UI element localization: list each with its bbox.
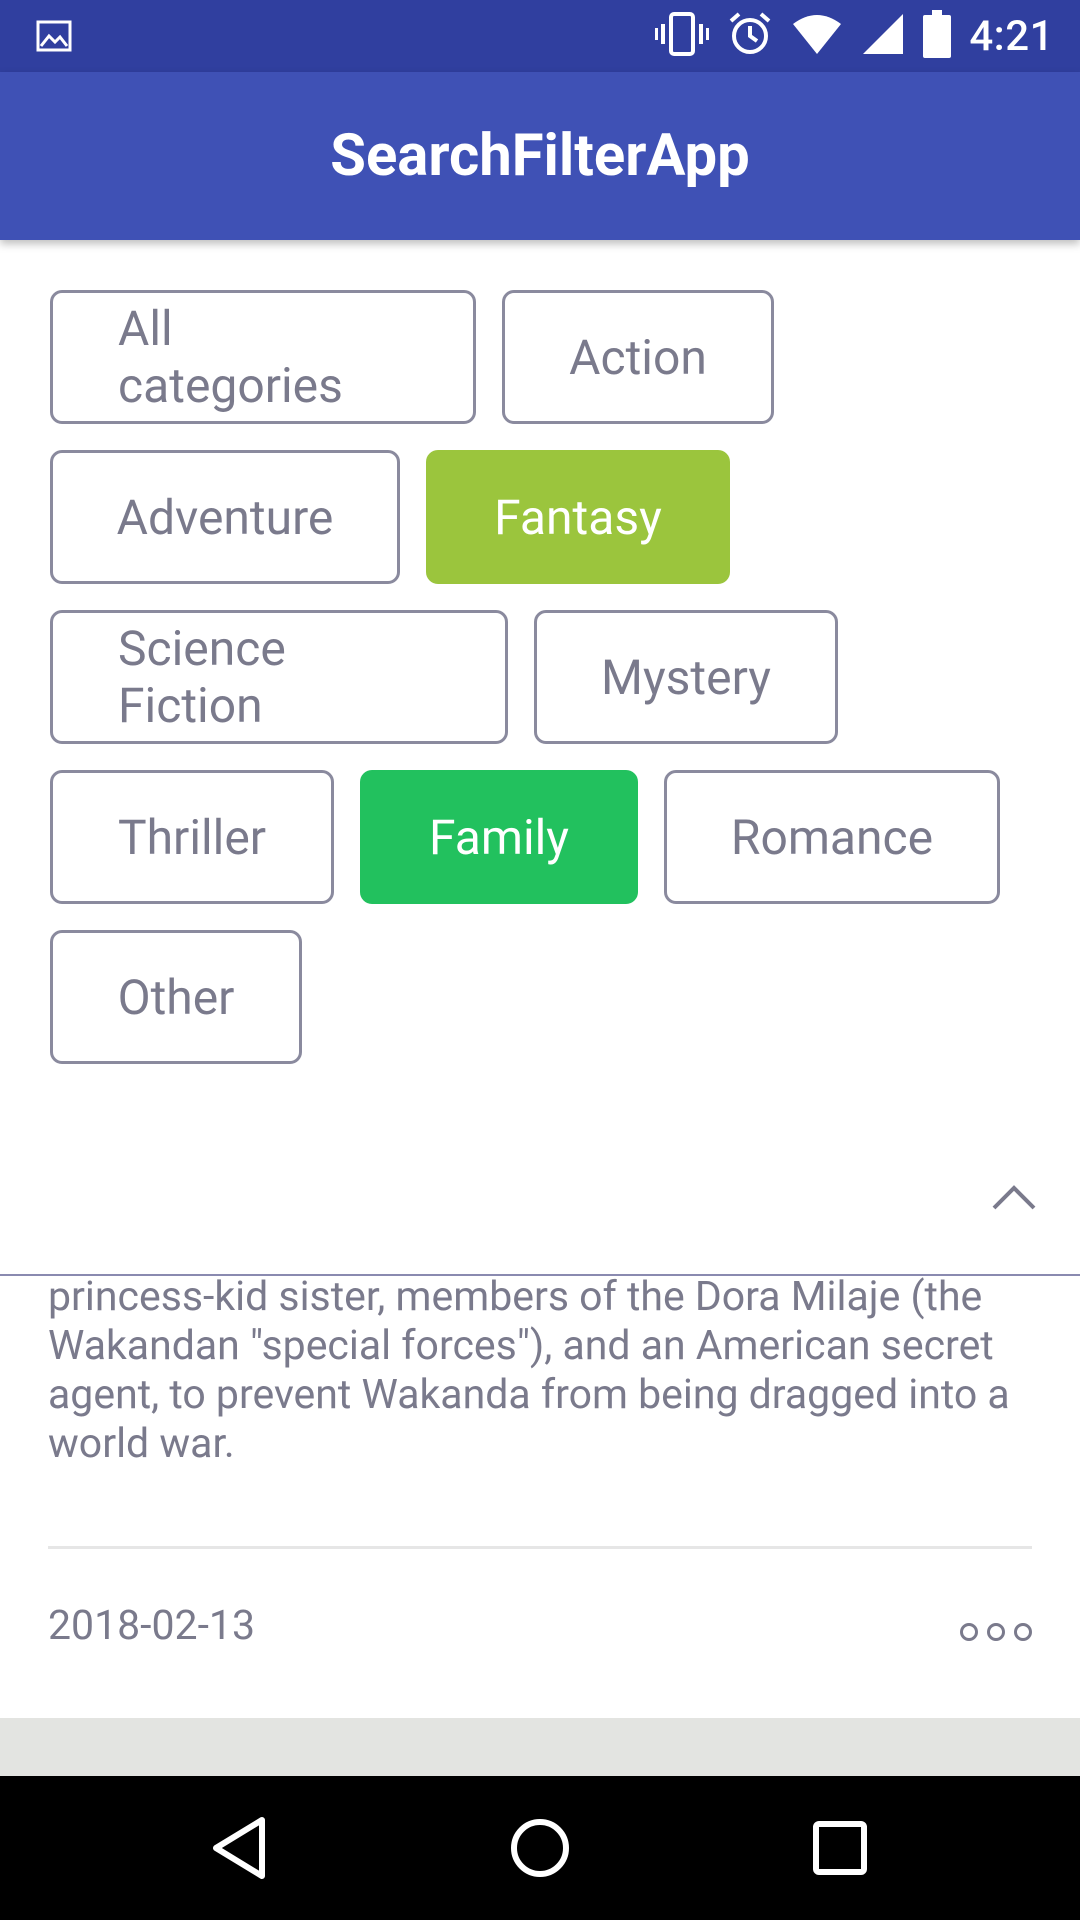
card-divider bbox=[48, 1546, 1032, 1549]
movie-card-description: to join with girlfriend Nakia, the queen… bbox=[0, 1276, 1080, 1496]
vibrate-icon bbox=[655, 12, 710, 60]
back-icon bbox=[213, 1817, 265, 1879]
app-title: SearchFilterApp bbox=[330, 122, 750, 190]
description-text: to join with girlfriend Nakia, the queen… bbox=[48, 1276, 1010, 1468]
more-dot-icon bbox=[1014, 1623, 1032, 1641]
home-button[interactable] bbox=[504, 1812, 576, 1884]
recents-button[interactable] bbox=[804, 1812, 876, 1884]
chevron-up-icon bbox=[992, 1185, 1036, 1210]
chip-family[interactable]: Family bbox=[360, 770, 638, 904]
status-time: 4:21 bbox=[969, 11, 1054, 61]
more-dot-icon bbox=[987, 1623, 1005, 1641]
image-icon bbox=[36, 18, 72, 54]
cellular-icon bbox=[861, 12, 905, 60]
chip-romance[interactable]: Romance bbox=[664, 770, 1000, 904]
chip-fantasy[interactable]: Fantasy bbox=[426, 450, 730, 584]
chip-science-fiction[interactable]: Science Fiction bbox=[50, 610, 508, 744]
more-options-button[interactable] bbox=[960, 1618, 1032, 1646]
recents-icon bbox=[813, 1821, 867, 1875]
wifi-icon bbox=[791, 12, 843, 60]
battery-icon bbox=[923, 10, 952, 62]
collapse-button[interactable] bbox=[984, 1166, 1044, 1226]
chip-thriller[interactable]: Thriller bbox=[50, 770, 334, 904]
navigation-bar bbox=[0, 1776, 1080, 1920]
chip-mystery[interactable]: Mystery bbox=[534, 610, 838, 744]
chip-action[interactable]: Action bbox=[502, 290, 774, 424]
home-icon bbox=[511, 1819, 569, 1877]
app-bar: SearchFilterApp bbox=[0, 72, 1080, 240]
more-dot-icon bbox=[960, 1623, 978, 1641]
back-button[interactable] bbox=[204, 1812, 276, 1884]
alarm-icon bbox=[727, 11, 773, 61]
chip-all-categories[interactable]: All categories bbox=[50, 290, 476, 424]
status-bar: 4:21 bbox=[0, 0, 1080, 72]
list-separator bbox=[0, 1718, 1080, 1776]
chip-adventure[interactable]: Adventure bbox=[50, 450, 400, 584]
release-date: 2018-02-13 bbox=[48, 1602, 256, 1650]
chip-other[interactable]: Other bbox=[50, 930, 302, 1064]
category-filter: All categories Action Adventure Fantasy … bbox=[50, 290, 1040, 1090]
